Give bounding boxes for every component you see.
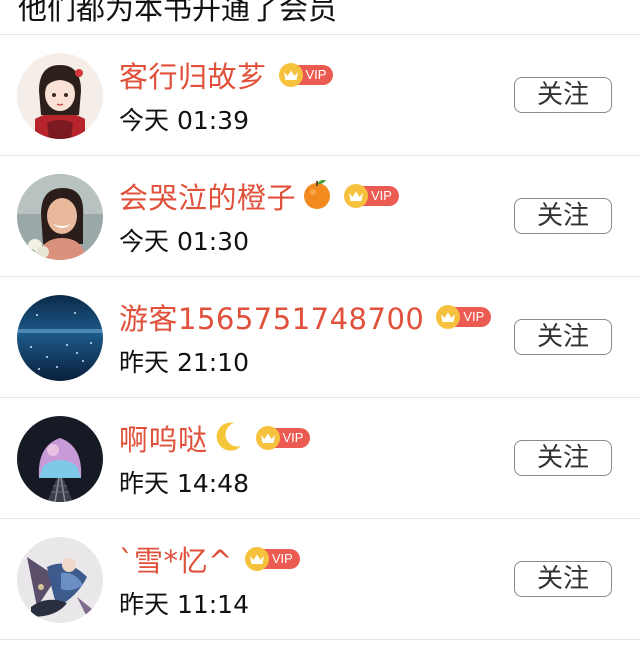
crescent-moon-icon [214,420,244,456]
follow-button[interactable]: 关注 [514,319,612,355]
member-name[interactable]: 啊呜哒 [119,417,208,459]
avatar[interactable] [17,174,103,260]
member-name[interactable]: 客行归故芗 [119,54,267,96]
crown-icon [244,547,269,571]
follow-button[interactable]: 关注 [514,77,612,113]
member-name[interactable]: 会哭泣的橙子 [119,175,296,217]
orange-emoji-icon [302,178,332,214]
join-time: 昨天 14:48 [119,469,249,498]
avatar[interactable] [17,53,103,139]
girl-illustration-icon [17,53,103,139]
join-time: 昨天 21:10 [119,348,249,377]
starry-sky-icon [17,295,103,381]
crown-icon [344,184,369,208]
vip-badge: VIP [244,547,300,571]
crown-icon [255,426,280,450]
list-item[interactable]: 啊呜哒 VIP 昨天 14:48 关注 [0,398,640,519]
list-item[interactable]: 客行归故芗 VIP 今天 01:39 关注 [0,35,640,156]
list-item[interactable]: `雪*忆^ VIP 昨天 11:14 关注 [0,519,640,640]
vip-badge: VIP [278,63,334,87]
member-name[interactable]: `雪*忆^ [119,538,233,580]
avatar[interactable] [17,416,103,502]
follow-button[interactable]: 关注 [514,198,612,234]
list-item[interactable]: 会哭泣的橙子 VIP 今天 01:30 关注 [0,156,640,277]
vip-badge: VIP [255,426,311,450]
avatar[interactable] [17,537,103,623]
follow-button[interactable]: 关注 [514,440,612,476]
anime-character-icon [17,537,103,623]
join-time: 今天 01:39 [119,106,249,135]
header-title: 他们都为本书开通了会员 [18,0,338,26]
follow-button[interactable]: 关注 [514,561,612,597]
vip-badge: VIP [436,305,492,329]
avatar[interactable] [17,295,103,381]
member-list: 客行归故芗 VIP 今天 01:39 关注 会哭泣的橙子 VIP 今天 01:3… [0,35,640,640]
section-header: 他们都为本书开通了会员 [0,0,640,35]
list-item-partial [0,640,640,663]
smiling-woman-icon [17,174,103,260]
tunnel-railway-icon [17,416,103,502]
member-name[interactable]: 游客1565751748700 [119,296,424,338]
join-time: 昨天 11:14 [119,590,249,619]
vip-badge: VIP [344,184,399,208]
list-item[interactable]: 游客1565751748700 VIP 昨天 21:10 关注 [0,277,640,398]
crown-icon [278,63,303,87]
join-time: 今天 01:30 [119,227,249,256]
